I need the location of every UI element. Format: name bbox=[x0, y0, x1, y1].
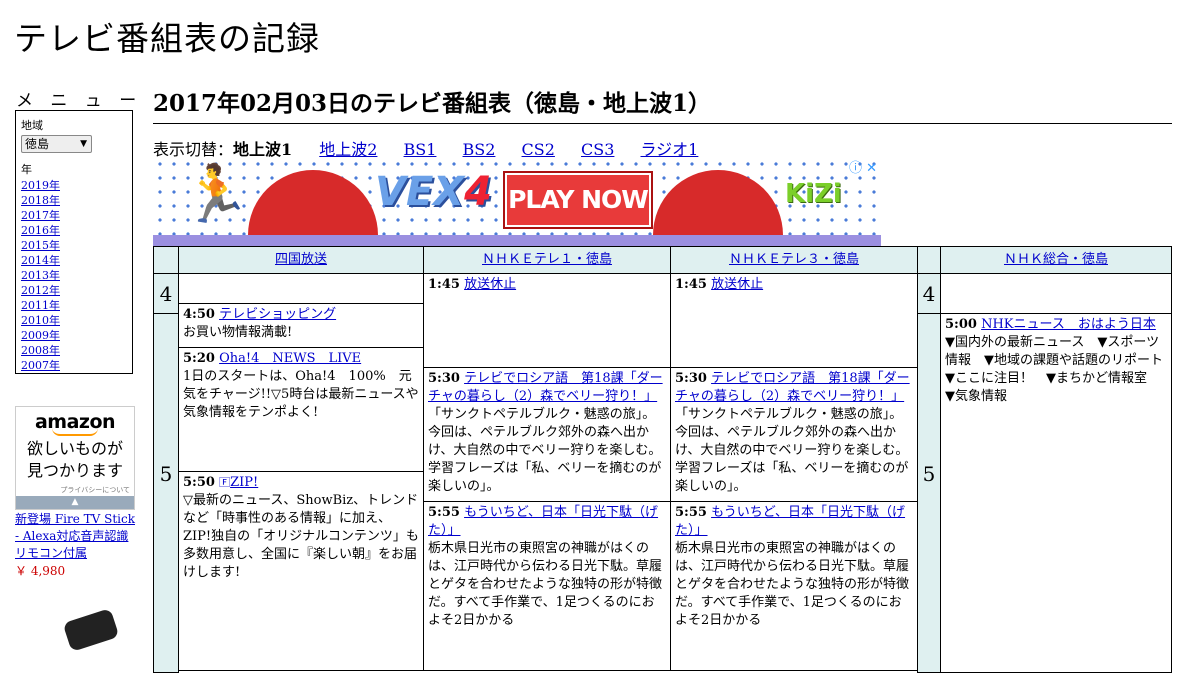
program-title-link[interactable]: 放送休止 bbox=[711, 277, 763, 292]
menu-label: メ ニ ュ ー bbox=[16, 91, 143, 111]
product-image[interactable] bbox=[62, 608, 120, 652]
channel-header-etele3: ＮＨＫＥテレ３・徳島 bbox=[670, 246, 918, 274]
hour-cell-5: 5 bbox=[153, 313, 179, 673]
channel-header-sogo: ＮＨＫ総合・徳島 bbox=[940, 246, 1172, 274]
amazon-tagline-1: 欲しいものが bbox=[26, 439, 123, 458]
channel-link[interactable]: ＮＨＫＥテレ３・徳島 bbox=[729, 252, 859, 267]
program-desc: 「サンクトペテルブルク・魅惑の旅」。今回は、ペテルブルク郊外の森へ出かけ、大自然… bbox=[675, 407, 909, 494]
year-link-2013[interactable]: 2013年 bbox=[21, 268, 127, 283]
program-time: 5:55 bbox=[675, 505, 707, 520]
tv-schedule-grid: 四国放送 ＮＨＫＥテレ１・徳島 ＮＨＫＥテレ３・徳島 ＮＨＫ総合・徳島 4 5 … bbox=[153, 246, 1172, 673]
year-link-2016[interactable]: 2016年 bbox=[21, 223, 127, 238]
program-cell: 1:45 放送休止 bbox=[423, 273, 671, 368]
play-now-button[interactable]: PLAY NOW bbox=[505, 173, 651, 227]
program-time: 5:30 bbox=[675, 371, 707, 386]
year-link-2011[interactable]: 2011年 bbox=[21, 298, 127, 313]
year-link-2010[interactable]: 2010年 bbox=[21, 313, 127, 328]
program-title-link[interactable]: もういちど、日本「日光下駄（げた）」 bbox=[428, 505, 658, 538]
program-cell: 4:50 テレビショッピング お買い物情報満載! bbox=[178, 303, 424, 348]
year-link-2019[interactable]: 2019年 bbox=[21, 178, 127, 193]
program-title-link[interactable]: ZIP! bbox=[230, 475, 258, 490]
product-link[interactable]: 新登場 Fire TV Stick - Alexa対応音声認識リモコン付属 bbox=[15, 511, 140, 562]
program-desc: 「サンクトペテルブルク・魅惑の旅」。今回は、ペテルブルク郊外の森へ出かけ、大自然… bbox=[428, 407, 662, 494]
channel-link[interactable]: ＮＨＫＥテレ１・徳島 bbox=[482, 252, 612, 267]
year-link-2012[interactable]: 2012年 bbox=[21, 283, 127, 298]
program-cell: 1:45 放送休止 bbox=[670, 273, 918, 368]
channel-link[interactable]: 四国放送 bbox=[275, 252, 327, 267]
ad-info-close-icon[interactable]: ⓘ ✕ bbox=[849, 157, 877, 176]
corner-cell-left bbox=[153, 246, 179, 274]
year-link-2015[interactable]: 2015年 bbox=[21, 238, 127, 253]
amazon-up-icon: ▲ bbox=[16, 496, 134, 509]
runner-icon: 🏃 bbox=[181, 162, 251, 227]
program-time: 5:50 bbox=[183, 475, 215, 490]
hour-cell-5-right: 5 bbox=[917, 313, 941, 673]
amazon-tagline-2: 見つかります bbox=[26, 461, 123, 480]
program-cell: 5:20 Oha!4 NEWS LIVE 1日のスタートは、Oha!4 100%… bbox=[178, 347, 424, 472]
channel-header-shikoku: 四国放送 bbox=[178, 246, 424, 274]
program-title-link[interactable]: もういちど、日本「日光下駄（げた）」 bbox=[675, 505, 905, 538]
region-select[interactable]: 徳島 ▼ bbox=[21, 135, 92, 153]
program-cell: 5:30 テレビでロシア語 第18課「ダーチャの暮らし（2）森でベリー狩り！」 … bbox=[423, 367, 671, 502]
amazon-privacy[interactable]: プライバシーについて bbox=[16, 485, 134, 495]
program-desc: 栃木県日光市の東照宮の神職がはくのは、江戸時代から伝わる日光下駄。草履とゲタを合… bbox=[428, 541, 663, 628]
program-desc: 1日のスタートは、Oha!4 100% 元気をチャージ!!▽5時台は最新ニュース… bbox=[183, 369, 419, 420]
game-ad-banner[interactable]: 🏃 VEX4 PLAY NOW KiZi ⓘ ✕ bbox=[153, 157, 881, 247]
year-link-2008[interactable]: 2008年 bbox=[21, 343, 127, 358]
program-desc: ▽最新のニュース、ShowBiz、トレンドなど「時事性のある情報」に加え、ZIP… bbox=[183, 493, 419, 580]
program-time: 1:45 bbox=[675, 277, 707, 292]
program-title-link[interactable]: Oha!4 NEWS LIVE bbox=[219, 351, 361, 366]
program-title-link[interactable]: 放送休止 bbox=[464, 277, 516, 292]
program-title-link[interactable]: テレビでロシア語 第18課「ダーチャの暮らし（2）森でベリー狩り！」 bbox=[675, 371, 910, 404]
program-title-link[interactable]: NHKニュース おはよう日本 bbox=[981, 317, 1156, 332]
program-cell: 5:55 もういちど、日本「日光下駄（げた）」 栃木県日光市の東照宮の神職がはく… bbox=[670, 501, 918, 671]
program-title-link[interactable]: テレビでロシア語 第18課「ダーチャの暮らし（2）森でベリー狩り！」 bbox=[428, 371, 663, 404]
hour-cell-4: 4 bbox=[153, 273, 179, 314]
program-cell: 5:30 テレビでロシア語 第18課「ダーチャの暮らし（2）森でベリー狩り！」 … bbox=[670, 367, 918, 502]
program-desc: 栃木県日光市の東照宮の神職がはくのは、江戸時代から伝わる日光下駄。草履とゲタを合… bbox=[675, 541, 910, 628]
program-time: 5:20 bbox=[183, 351, 215, 366]
program-time: 5:55 bbox=[428, 505, 460, 520]
corner-cell-right bbox=[917, 246, 941, 274]
channel-link[interactable]: ＮＨＫ総合・徳島 bbox=[1004, 252, 1108, 267]
kizi-logo: KiZi bbox=[785, 179, 842, 209]
region-label: 地域 bbox=[21, 119, 43, 132]
program-time: 5:00 bbox=[945, 317, 977, 332]
product-price: ￥ 4,980 bbox=[15, 564, 66, 578]
year-link-2018[interactable]: 2018年 bbox=[21, 193, 127, 208]
year-link-2017[interactable]: 2017年 bbox=[21, 208, 127, 223]
page-heading: 2017年02月03日のテレビ番組表（徳島・地上波1） bbox=[153, 84, 1172, 124]
program-time: 5:30 bbox=[428, 371, 460, 386]
amazon-logo: amazon bbox=[34, 411, 116, 433]
hour-cell-4-right: 4 bbox=[917, 273, 941, 314]
program-time: 1:45 bbox=[428, 277, 460, 292]
game-logo: VEX4 bbox=[375, 169, 492, 215]
year-link-2007[interactable]: 2007年 bbox=[21, 358, 127, 373]
chevron-down-icon: ▼ bbox=[80, 139, 87, 149]
year-label: 年 bbox=[21, 163, 32, 176]
program-cell: 5:00 NHKニュース おはよう日本 ▼国内外の最新ニュース ▼スポーツ情報 … bbox=[940, 313, 1172, 673]
site-title: テレビ番組表の記録 bbox=[14, 19, 320, 58]
program-desc: お買い物情報満載! bbox=[183, 325, 293, 340]
program-empty bbox=[178, 273, 424, 304]
program-cell: 5:50 🄵ZIP! ▽最新のニュース、ShowBiz、トレンドなど「時事性のあ… bbox=[178, 471, 424, 671]
program-desc: ▼国内外の最新ニュース ▼スポーツ情報 ▼地域の課題や話題のリポート ▼ここに注… bbox=[945, 335, 1171, 404]
region-select-value: 徳島 bbox=[25, 137, 50, 151]
program-time: 4:50 bbox=[183, 307, 215, 322]
menu-box: 地域 徳島 ▼ 年 2019年 2018年 2017年 2016年 2015年 … bbox=[15, 110, 133, 374]
program-cell: 5:55 もういちど、日本「日光下駄（げた）」 栃木県日光市の東照宮の神職がはく… bbox=[423, 501, 671, 671]
amazon-ad[interactable]: amazon 欲しいものが 見つかります プライバシーについて ▲ bbox=[15, 406, 135, 510]
year-link-2009[interactable]: 2009年 bbox=[21, 328, 127, 343]
channel-header-etele1: ＮＨＫＥテレ１・徳島 bbox=[423, 246, 671, 274]
program-title-link[interactable]: テレビショッピング bbox=[219, 307, 336, 322]
zip-icon: 🄵 bbox=[219, 476, 231, 489]
program-empty bbox=[940, 273, 1172, 314]
year-link-2014[interactable]: 2014年 bbox=[21, 253, 127, 268]
